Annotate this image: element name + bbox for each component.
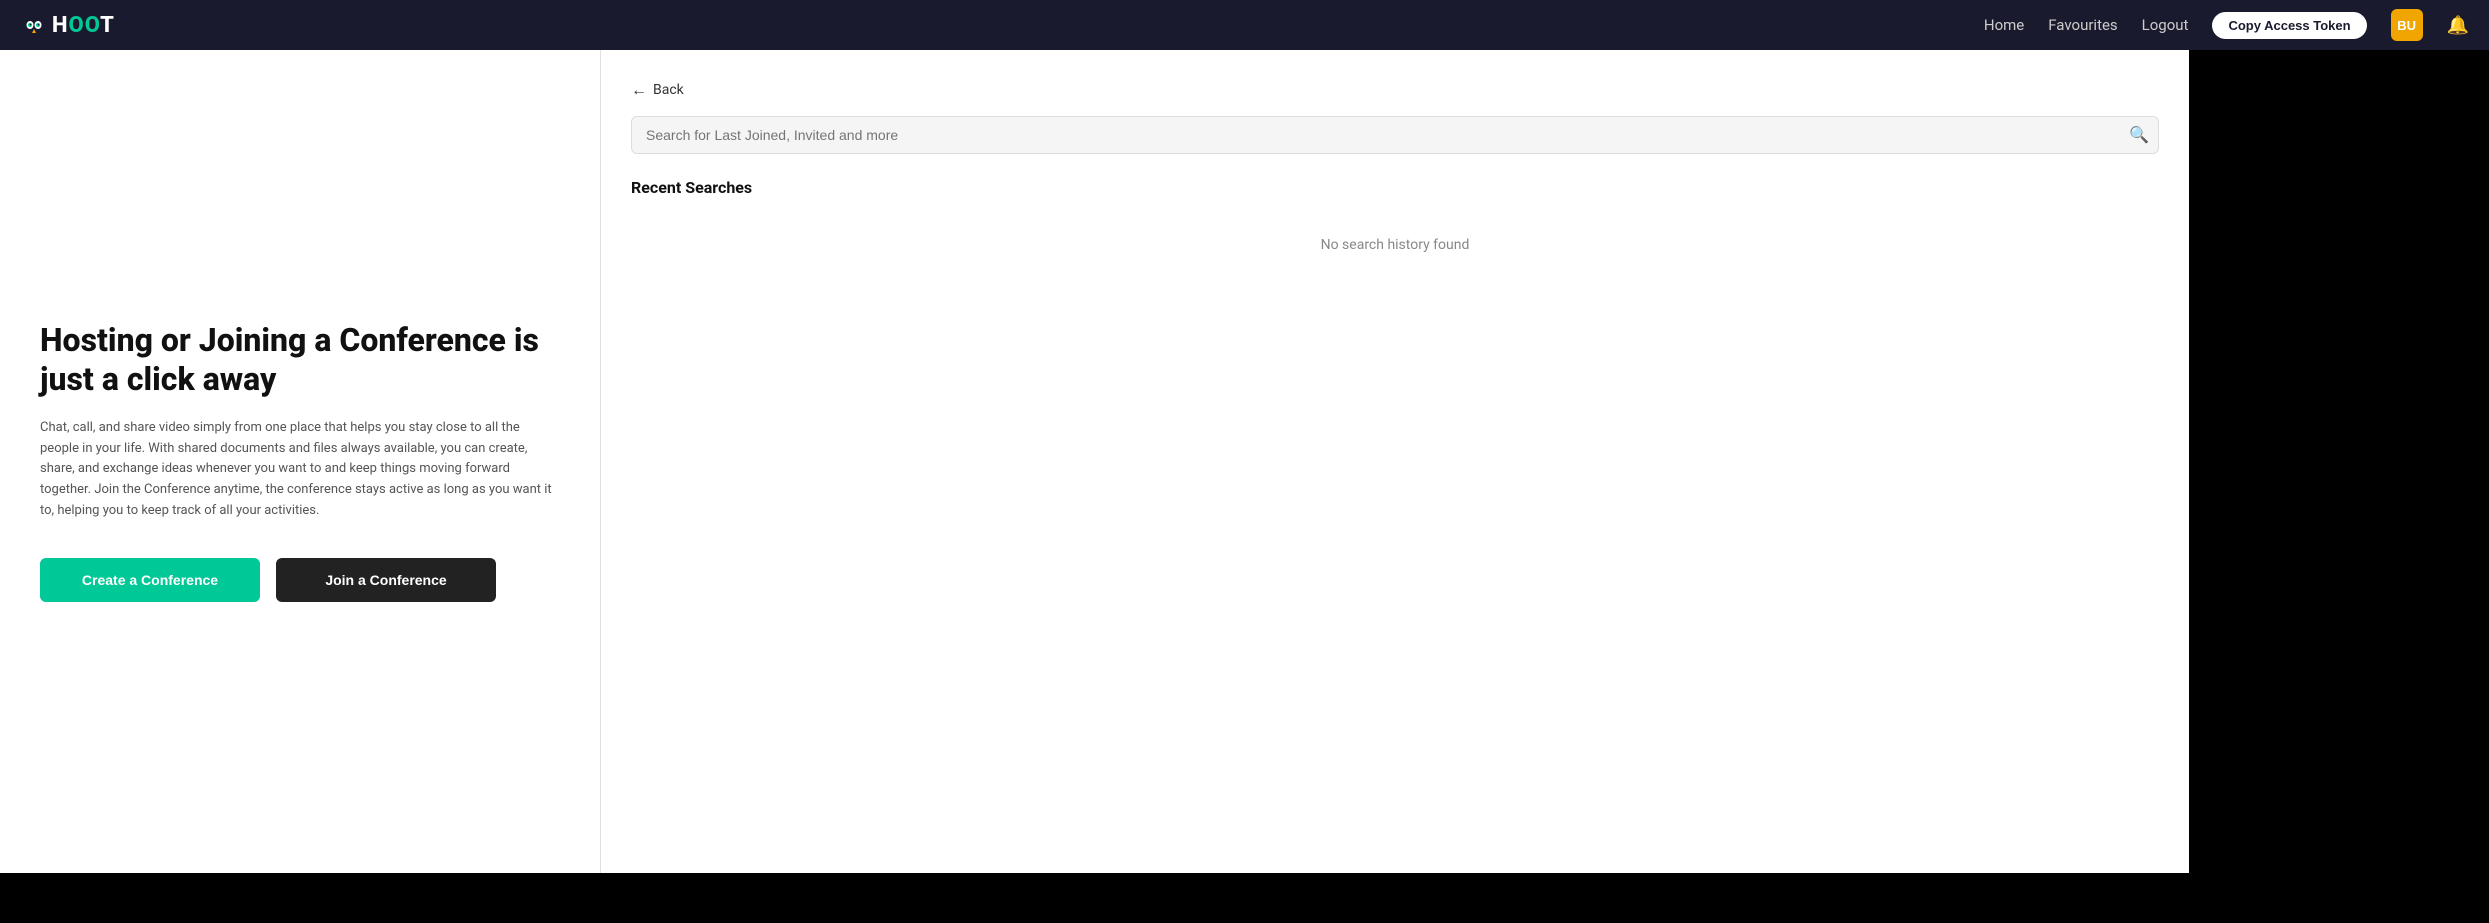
right-panel: ← Back 🔍 Recent Searches No search histo… [600, 50, 2189, 873]
nav-logout[interactable]: Logout [2142, 16, 2189, 34]
dark-aside [2189, 50, 2489, 873]
create-conference-button[interactable]: Create a Conference [40, 558, 260, 602]
search-icon: 🔍 [2129, 127, 2149, 144]
navbar-nav: Home Favourites Logout Copy Access Token… [1984, 9, 2469, 41]
hero-description: Chat, call, and share video simply from … [40, 418, 560, 522]
search-wrapper: 🔍 [631, 116, 2159, 154]
logo-icon [20, 11, 48, 39]
bell-icon[interactable]: 🔔 [2447, 15, 2469, 36]
avatar-button[interactable]: BU [2391, 9, 2423, 41]
copy-access-token-button[interactable]: Copy Access Token [2212, 12, 2366, 39]
recent-searches-title: Recent Searches [631, 178, 2159, 197]
nav-home[interactable]: Home [1984, 16, 2024, 34]
page-wrapper: Hosting or Joining a Conference is just … [0, 50, 2489, 873]
left-panel: Hosting or Joining a Conference is just … [0, 50, 600, 873]
navbar: HOOT Home Favourites Logout Copy Access … [0, 0, 2489, 50]
back-label: Back [653, 82, 684, 98]
hero-title: Hosting or Joining a Conference is just … [40, 321, 560, 398]
action-buttons: Create a Conference Join a Conference [40, 558, 560, 602]
join-conference-button[interactable]: Join a Conference [276, 558, 496, 602]
back-arrow-icon: ← [631, 80, 647, 100]
logo-text: HOOT [52, 13, 115, 38]
logo: HOOT [20, 11, 115, 39]
search-input[interactable] [631, 116, 2159, 154]
back-link[interactable]: ← Back [631, 80, 2159, 100]
nav-favourites[interactable]: Favourites [2048, 16, 2117, 34]
search-icon-button[interactable]: 🔍 [2129, 125, 2149, 145]
no-history-text: No search history found [631, 237, 2159, 253]
